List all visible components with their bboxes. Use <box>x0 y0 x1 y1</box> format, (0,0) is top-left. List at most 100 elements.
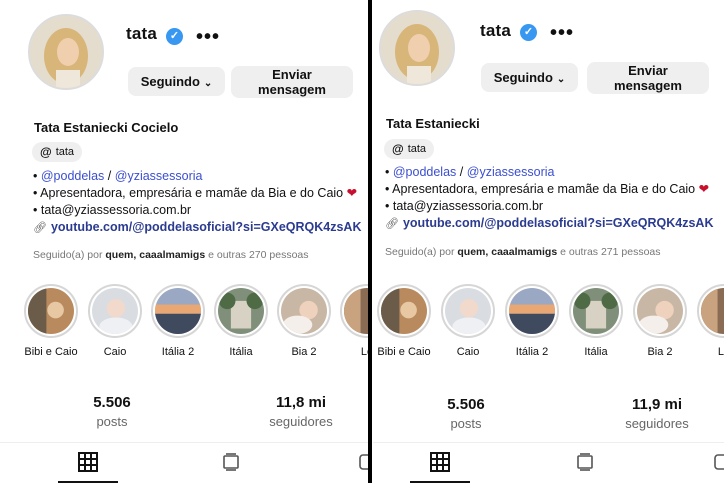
highlight-italia[interactable]: Itália <box>567 284 625 358</box>
heart-icon: ❤ <box>346 186 358 200</box>
threads-badge[interactable]: @ tata <box>32 142 83 162</box>
username: tata <box>126 24 158 43</box>
verified-badge-icon: ✓ <box>166 28 183 45</box>
send-message-label-line2: mensagem <box>614 78 682 93</box>
followed-by-suffix: e outras 270 pessoas <box>208 249 309 261</box>
highlight-label: Itália <box>229 346 253 358</box>
more-options-icon[interactable]: ••• <box>550 23 574 43</box>
story-highlights: Bibi e Caio Caio Itália 2 Itália Bia 2 L… <box>0 284 369 364</box>
posts-count[interactable]: 5.506 posts <box>52 394 172 429</box>
highlight-bia-2[interactable]: Bia 2 <box>275 284 333 358</box>
highlight-label: Bibi e Caio <box>377 346 431 358</box>
full-name: Tata Estaniecki Cocielo <box>34 120 179 135</box>
highlight-italia-2[interactable]: Itália 2 <box>503 284 561 358</box>
highlight-caio[interactable]: Caio <box>439 284 497 358</box>
profile-panel-right: tata ✓ ••• Seguindo ⌄ Enviar mensagem Tat… <box>373 0 724 483</box>
followers-value: 11,9 mi <box>631 396 683 413</box>
username: tata <box>480 21 512 40</box>
heart-icon: ❤ <box>698 182 710 196</box>
followers-count[interactable]: 11,9 mi seguidores <box>597 396 717 431</box>
highlight-label: Caio <box>103 346 127 358</box>
bio-link[interactable]: youtube.com/@poddelasoficial?si=GXeQRQK4… <box>403 216 714 230</box>
bio-line: Apresentadora, empresária e mamãe da Bia… <box>40 186 344 200</box>
threads-label: tata <box>407 143 427 155</box>
followers-label: seguidores <box>269 414 333 429</box>
highlight-label: Lo <box>360 346 369 358</box>
reels-icon[interactable] <box>574 451 596 473</box>
followed-by-suffix: e outras 271 pessoas <box>560 246 661 258</box>
highlight-label: Itália <box>584 346 608 358</box>
bio-mention-yziassessoria[interactable]: @yziassessoria <box>467 165 555 179</box>
bio-separator: / <box>107 169 112 183</box>
following-button-label: Seguindo <box>140 74 200 89</box>
chevron-down-icon: ⌄ <box>203 78 213 89</box>
story-highlights: Bibi e Caio Caio Itália 2 Itália Bia 2 L… <box>373 284 724 364</box>
highlight-label: Bibi e Caio <box>24 346 78 358</box>
comparison-divider <box>368 0 372 483</box>
threads-icon: @ <box>392 142 404 156</box>
reels-icon[interactable] <box>220 451 242 473</box>
verified-badge-icon: ✓ <box>520 24 537 41</box>
send-message-label-line2: mensagem <box>258 82 326 97</box>
highlight-label: Lo <box>717 346 724 358</box>
chevron-down-icon: ⌄ <box>556 74 566 85</box>
highlight-label: Bia 2 <box>647 346 673 358</box>
bio-email: tata@yziassessoria.com.br <box>40 203 192 217</box>
bio-link[interactable]: youtube.com/@poddelasoficial?si=GXeQRQK4… <box>51 220 362 234</box>
followers-value: 11,8 mi <box>275 394 327 411</box>
posts-count[interactable]: 5.506 posts <box>406 396 526 431</box>
profile-tabs <box>0 442 369 483</box>
followed-by-prefix: Seguido(a) por <box>385 246 455 258</box>
send-message-button[interactable]: Enviar mensagem <box>231 66 353 98</box>
grid-icon[interactable] <box>77 451 99 473</box>
send-message-label-line1: Enviar <box>628 63 668 78</box>
bio-mention-poddelas[interactable]: @poddelas <box>393 165 456 179</box>
bio: • @poddelas / @yziassessoria • Apresenta… <box>385 165 714 230</box>
highlight-label: Caio <box>456 346 480 358</box>
full-name: Tata Estaniecki <box>386 116 480 131</box>
threads-badge[interactable]: @ tata <box>384 139 435 159</box>
highlight-label: Itália 2 <box>515 346 549 358</box>
followers-count[interactable]: 11,8 mi seguidores <box>241 394 361 429</box>
highlight-caio[interactable]: Caio <box>86 284 144 358</box>
posts-value: 5.506 <box>447 396 485 413</box>
send-message-label-line1: Enviar <box>272 67 312 82</box>
link-icon: 🔗︎ <box>385 218 399 230</box>
threads-label: tata <box>55 146 75 158</box>
profile-avatar[interactable] <box>379 10 455 86</box>
threads-icon: @ <box>40 145 52 159</box>
bio-mention-yziassessoria[interactable]: @yziassessoria <box>115 169 203 183</box>
followers-label: seguidores <box>625 416 689 431</box>
bio-separator: / <box>459 165 464 179</box>
followed-by-names: quem, caaalmamigs <box>105 249 206 261</box>
bio: • @poddelas / @yziassessoria • Apresenta… <box>33 169 362 234</box>
highlight-italia-2[interactable]: Itália 2 <box>149 284 207 358</box>
followed-by-names: quem, caaalmamigs <box>457 246 558 258</box>
followed-by[interactable]: Seguido(a) por quem, caaalmamigs e outra… <box>385 246 661 258</box>
highlight-label: Itália 2 <box>161 346 195 358</box>
following-button-label: Seguindo <box>493 70 553 85</box>
tagged-icon[interactable] <box>713 451 724 473</box>
posts-label: posts <box>450 416 482 431</box>
posts-label: posts <box>96 414 128 429</box>
following-button[interactable]: Seguindo ⌄ <box>481 63 578 92</box>
highlight-italia[interactable]: Itália <box>212 284 270 358</box>
bio-line: Apresentadora, empresária e mamãe da Bia… <box>392 182 696 196</box>
followed-by-prefix: Seguido(a) por <box>33 249 103 261</box>
highlight-bibi-e-caio[interactable]: Bibi e Caio <box>22 284 80 358</box>
posts-value: 5.506 <box>93 394 131 411</box>
more-options-icon[interactable]: ••• <box>196 27 220 47</box>
followed-by[interactable]: Seguido(a) por quem, caaalmamigs e outra… <box>33 249 309 261</box>
highlight-bibi-e-caio[interactable]: Bibi e Caio <box>375 284 433 358</box>
bio-email: tata@yziassessoria.com.br <box>392 199 544 213</box>
profile-panel-left: tata ✓ ••• Seguindo ⌄ Enviar mensagem Tat… <box>0 0 369 483</box>
following-button[interactable]: Seguindo ⌄ <box>128 67 225 96</box>
highlight-lo[interactable]: Lo <box>338 284 369 358</box>
highlight-bia-2[interactable]: Bia 2 <box>631 284 689 358</box>
highlight-lo[interactable]: Lo <box>695 284 724 358</box>
send-message-button[interactable]: Enviar mensagem <box>587 62 709 94</box>
link-icon: 🔗︎ <box>33 222 47 234</box>
bio-mention-poddelas[interactable]: @poddelas <box>41 169 104 183</box>
profile-avatar[interactable] <box>28 14 104 90</box>
grid-icon[interactable] <box>429 451 451 473</box>
